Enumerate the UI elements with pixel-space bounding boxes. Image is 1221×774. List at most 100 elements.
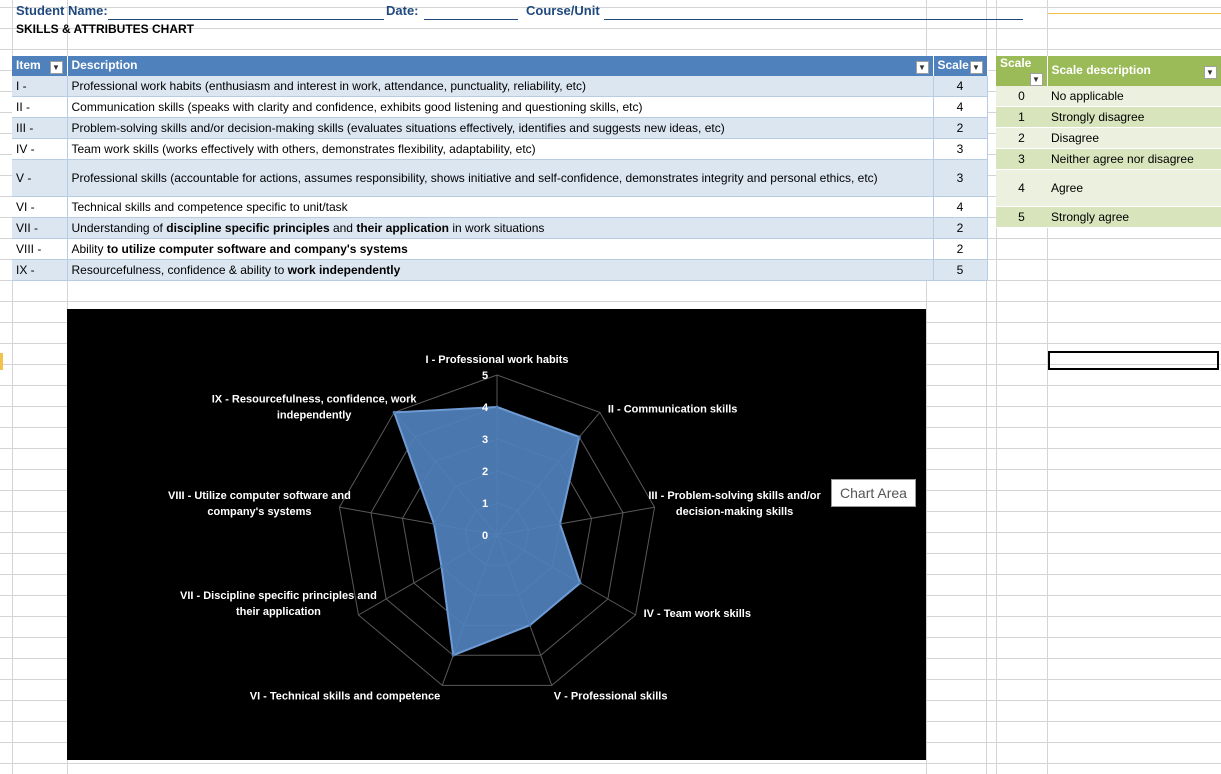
- tick-label: 1: [482, 498, 488, 510]
- table-row: 1 Strongly disagree: [996, 106, 1221, 128]
- tick-label: 5: [482, 370, 488, 382]
- table-row: 3 Neither agree nor disagree: [996, 148, 1221, 170]
- scale-cell[interactable]: 4: [933, 76, 988, 97]
- data-point: [451, 653, 455, 657]
- description-cell[interactable]: Problem-solving skills and/or decision-m…: [67, 117, 934, 139]
- description-cell[interactable]: Professional work habits (enthusiasm and…: [67, 76, 934, 97]
- tick-label: 4: [482, 402, 489, 414]
- category-label: V - Professional skills: [554, 690, 668, 702]
- radar-chart: 0 1 2 3 4 5 I - Professional work habits II - C…: [168, 354, 821, 702]
- scale-cell[interactable]: 3: [933, 159, 988, 197]
- scale-key-cell[interactable]: 2: [996, 127, 1047, 149]
- data-point: [558, 522, 562, 526]
- tick-label: 0: [482, 530, 488, 542]
- scale-description-cell[interactable]: Strongly agree: [1047, 206, 1221, 228]
- description-cell[interactable]: Resourcefulness, confidence & ability to…: [67, 259, 934, 281]
- scale-key-cell[interactable]: 1: [996, 106, 1047, 128]
- data-point: [577, 435, 581, 439]
- data-point: [392, 410, 396, 414]
- description-cell[interactable]: Team work skills (works effectively with…: [67, 138, 934, 160]
- description-cell[interactable]: Professional skills (accountable for act…: [67, 159, 934, 197]
- tick-label: 2: [482, 466, 488, 478]
- description-cell[interactable]: Understanding of discipline specific pri…: [67, 217, 934, 239]
- scale-key-cell[interactable]: 5: [996, 206, 1047, 228]
- column-header-item[interactable]: Item ▼: [12, 56, 68, 76]
- scale-description-cell[interactable]: Agree: [1047, 169, 1221, 207]
- filter-dropdown-icon[interactable]: ▼: [969, 61, 983, 74]
- data-point: [495, 405, 499, 409]
- selected-cell[interactable]: [1048, 351, 1219, 370]
- table-row: 5 Strongly agree: [996, 206, 1221, 228]
- category-label: I - Professional work habits: [425, 354, 568, 366]
- table-row: VI - Technical skills and competence spec…: [12, 196, 988, 218]
- course-line[interactable]: [604, 19, 1023, 20]
- category-label: II - Communication skills: [608, 403, 738, 415]
- scale-cell[interactable]: 2: [933, 117, 988, 139]
- scale-cell[interactable]: 4: [933, 96, 988, 118]
- category-label: VI - Technical skills and competence: [250, 690, 441, 702]
- table-row: 0 No applicable: [996, 86, 1221, 107]
- tick-label: 3: [482, 434, 488, 446]
- table-row: 2 Disagree: [996, 127, 1221, 149]
- item-cell[interactable]: IV -: [12, 138, 68, 160]
- scale-description-cell[interactable]: Neither agree nor disagree: [1047, 148, 1221, 170]
- data-point: [578, 581, 582, 585]
- scale-key-cell[interactable]: 3: [996, 148, 1047, 170]
- category-label: IX - Resourcefulness, confidence, work in…: [212, 393, 418, 421]
- item-cell[interactable]: IX -: [12, 259, 68, 281]
- item-cell[interactable]: VII -: [12, 217, 68, 239]
- scale-key-cell[interactable]: 4: [996, 169, 1047, 207]
- date-line[interactable]: [424, 19, 518, 20]
- scale-key-cell[interactable]: 0: [996, 86, 1047, 107]
- item-cell[interactable]: I -: [12, 76, 68, 97]
- column-header-scale[interactable]: Scale ▼: [933, 56, 988, 76]
- table-row: I - Professional work habits (enthusiasm …: [12, 76, 988, 97]
- data-point: [432, 522, 436, 526]
- row-selection-marker: [0, 353, 3, 370]
- table-row: III - Problem-solving skills and/or decis…: [12, 117, 988, 139]
- scale-cell[interactable]: 4: [933, 196, 988, 218]
- category-label: III - Problem-solving skills and/or decis…: [648, 490, 821, 518]
- skills-table: Item ▼ Description ▼ Scale ▼ I - Professiona…: [12, 56, 988, 281]
- scale-cell[interactable]: 2: [933, 217, 988, 239]
- item-cell[interactable]: VIII -: [12, 238, 68, 260]
- item-cell[interactable]: V -: [12, 159, 68, 197]
- student-name-label: Student Name:: [16, 3, 108, 18]
- column-header-scale-description[interactable]: Scale description ▼: [1047, 56, 1221, 86]
- column-header-scale-key[interactable]: Scale ▼: [996, 56, 1048, 86]
- table-row: IX - Resourcefulness, confidence & abilit…: [12, 259, 988, 281]
- column-header-description[interactable]: Description ▼: [67, 56, 934, 76]
- scale-cell[interactable]: 5: [933, 259, 988, 281]
- description-cell[interactable]: Technical skills and competence specific…: [67, 196, 934, 218]
- description-cell[interactable]: Ability to utilize computer software and…: [67, 238, 934, 260]
- item-cell[interactable]: II -: [12, 96, 68, 118]
- top-edge: [1048, 13, 1221, 14]
- scale-cell[interactable]: 3: [933, 138, 988, 160]
- filter-dropdown-icon[interactable]: ▼: [915, 61, 929, 74]
- table-row: IV - Team work skills (works effectively …: [12, 138, 988, 160]
- scale-description-cell[interactable]: Disagree: [1047, 127, 1221, 149]
- scale-description-cell[interactable]: No applicable: [1047, 86, 1221, 107]
- scale-description-cell[interactable]: Strongly disagree: [1047, 106, 1221, 128]
- table-row: VII - Understanding of discipline specifi…: [12, 217, 988, 239]
- data-point: [440, 565, 444, 569]
- section-title: SKILLS & ATTRIBUTES CHART: [16, 22, 194, 36]
- chart-area-tooltip: Chart Area: [831, 479, 916, 507]
- category-label: IV - Team work skills: [644, 608, 751, 620]
- filter-dropdown-icon[interactable]: ▼: [1203, 66, 1217, 79]
- filter-dropdown-icon[interactable]: ▼: [49, 61, 63, 74]
- table-row: V - Professional skills (accountable for …: [12, 159, 988, 197]
- table-row: VIII - Ability to utilize computer softwa…: [12, 238, 988, 260]
- scale-cell[interactable]: 2: [933, 238, 988, 260]
- table-row: II - Communication skills (speaks with cl…: [12, 96, 988, 118]
- description-cell[interactable]: Communication skills (speaks with clarit…: [67, 96, 934, 118]
- date-label: Date:: [386, 3, 419, 18]
- item-cell[interactable]: VI -: [12, 196, 68, 218]
- category-label: VIII - Utilize computer software and comp…: [168, 490, 351, 518]
- item-cell[interactable]: III -: [12, 117, 68, 139]
- filter-dropdown-icon[interactable]: ▼: [1029, 73, 1043, 86]
- scale-table: Scale ▼ Scale description ▼ 0 No applicable…: [996, 56, 1221, 228]
- radar-chart-area[interactable]: 0 1 2 3 4 5 I - Professional work habits II - C…: [67, 309, 926, 760]
- student-name-line[interactable]: [108, 19, 384, 20]
- course-label: Course/Unit: [526, 3, 600, 18]
